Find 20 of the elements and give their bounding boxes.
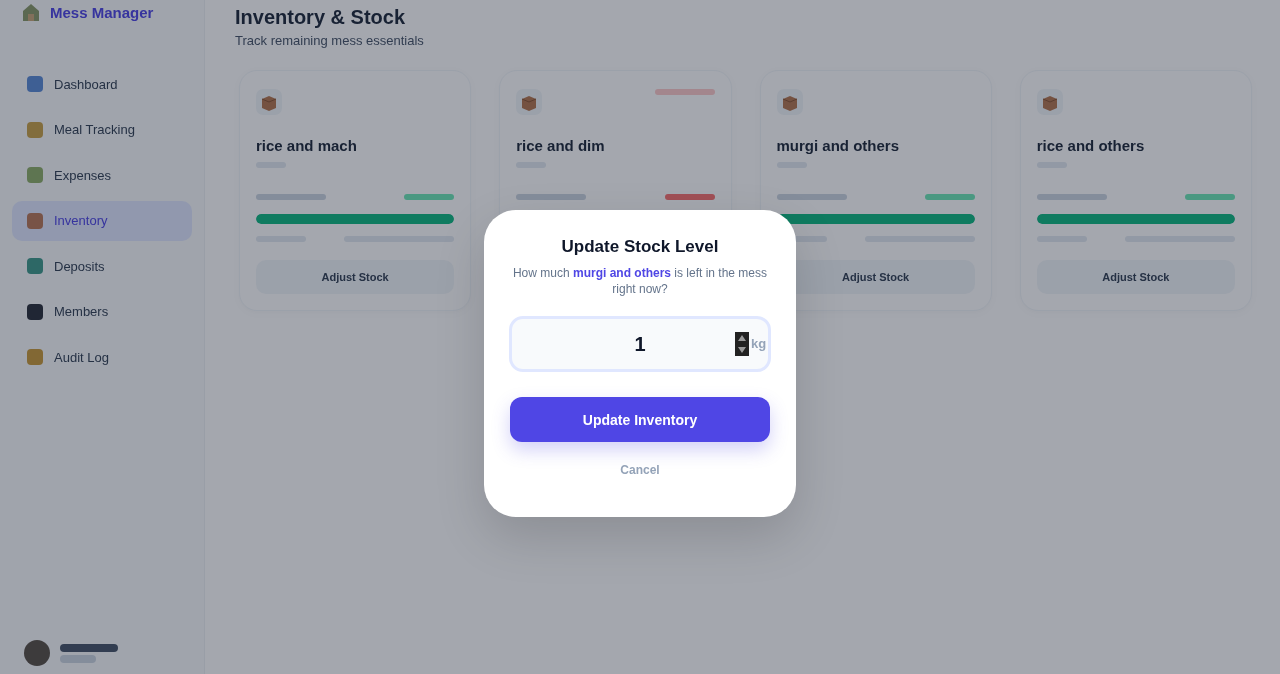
- sidebar-item[interactable]: Meal Tracking: [12, 109, 192, 150]
- item-name: murgi and others: [776, 137, 900, 154]
- adjust-stock-button[interactable]: Adjust Stock: [1036, 260, 1235, 294]
- dialog-question: How much murgi and others is left in the mess right now?: [511, 265, 769, 297]
- page-title: Inventory & Stock: [235, 6, 407, 29]
- unit-label: kg: [751, 336, 767, 351]
- sidebar-item[interactable]: Members: [12, 291, 192, 332]
- adjust-stock-button[interactable]: Adjust Stock: [256, 260, 455, 294]
- sidebar-item[interactable]: Deposits: [12, 246, 192, 286]
- item-name: rice and mach: [256, 137, 358, 154]
- page-subtitle: Track remaining mess essentials: [235, 33, 425, 48]
- item-name: rice and others: [1036, 137, 1146, 154]
- item-name: rice and dim: [516, 137, 606, 154]
- sidebar-item[interactable]: Dashboard: [12, 64, 192, 104]
- app-title: Mess Manager: [50, 3, 154, 21]
- sidebar-item[interactable]: Inventory: [12, 200, 192, 241]
- sidebar-item[interactable]: Audit Log: [12, 337, 192, 377]
- sidebar-item[interactable]: Expenses: [12, 155, 192, 195]
- dialog-title: Update Stock Level: [561, 237, 719, 257]
- update-inventory-button[interactable]: Update Inventory: [510, 397, 770, 442]
